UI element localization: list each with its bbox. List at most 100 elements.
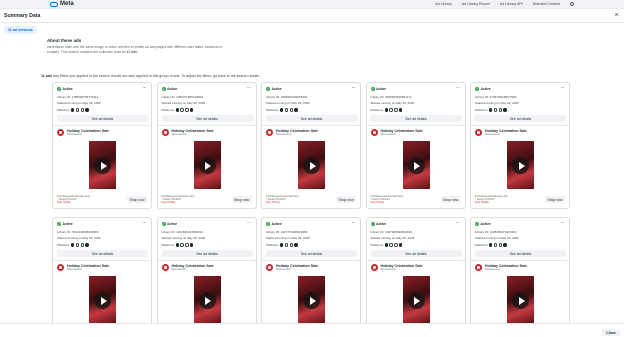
library-id: Library ID: 1407608624816196	[370, 230, 412, 234]
advertiser-header: Holiday Celebration Sale Sponsored	[57, 264, 109, 272]
see-ad-details-button[interactable]: See ad details	[57, 115, 148, 122]
see-ad-details-button[interactable]: See ad details	[266, 115, 357, 122]
started-running: Started running on May 29, 2025	[266, 236, 310, 240]
more-options-icon[interactable]: ···	[143, 220, 147, 226]
see-ad-details-button[interactable]: See ad details	[266, 250, 357, 257]
advertiser-avatar[interactable]	[266, 264, 273, 272]
more-options-icon[interactable]: ···	[561, 220, 565, 226]
platforms-row: Platforms	[266, 243, 298, 247]
see-ad-details-button[interactable]: See ad details	[475, 115, 566, 122]
link-subtitle: Dear Holiday	[370, 201, 385, 204]
close-button[interactable]: Close	[602, 329, 620, 336]
tab-ad-versions[interactable]: 11 ad versions	[4, 26, 37, 34]
play-icon[interactable]	[303, 292, 320, 309]
play-icon[interactable]	[94, 292, 111, 309]
nav-ad-library[interactable]: Ad Library	[435, 2, 451, 6]
more-options-icon[interactable]: ···	[561, 85, 565, 91]
ad-video-thumbnail[interactable]	[193, 276, 221, 324]
shop-now-button[interactable]: Shop now	[127, 196, 147, 203]
shop-now-button[interactable]: Shop now	[231, 196, 252, 203]
play-icon[interactable]	[303, 157, 320, 174]
nav-branded-content[interactable]: Branded Content	[533, 2, 560, 6]
more-options-icon[interactable]: ···	[456, 85, 460, 91]
advertiser-avatar[interactable]	[475, 264, 482, 272]
ad-card-2: ✓ Active ··· Library ID: 245637186941866…	[156, 82, 257, 209]
nav-ad-library-api[interactable]: Ad Library API	[500, 2, 523, 6]
play-icon[interactable]	[94, 157, 111, 174]
see-ad-details-button[interactable]: See ad details	[370, 115, 462, 122]
advertiser-avatar[interactable]	[57, 264, 64, 272]
instagram-icon	[180, 108, 184, 112]
advertiser-avatar[interactable]	[370, 129, 378, 137]
more-options-icon[interactable]: ···	[456, 220, 460, 226]
advertiser-avatar[interactable]	[475, 129, 482, 137]
advertiser-header: Holiday Celebration Sale Sponsored	[57, 129, 109, 137]
sponsored-label: Sponsored	[171, 132, 187, 136]
about-section: About these ads Advertisers often use th…	[47, 38, 227, 54]
advertiser-avatar[interactable]	[266, 129, 273, 137]
card-divider	[471, 260, 569, 261]
play-icon[interactable]	[407, 292, 425, 309]
close-icon[interactable]: ×	[613, 12, 620, 19]
play-icon[interactable]	[512, 157, 529, 174]
advertiser-avatar[interactable]	[161, 129, 169, 137]
messenger-icon	[398, 243, 403, 247]
status-label: Active	[271, 222, 282, 226]
advertiser-avatar[interactable]	[370, 264, 378, 272]
status-badge: ✓ Active	[161, 87, 177, 91]
more-options-icon[interactable]: ···	[352, 85, 356, 91]
card-divider	[157, 125, 256, 126]
card-divider	[366, 260, 465, 261]
messenger-icon	[503, 108, 507, 112]
card-divider	[366, 125, 465, 126]
meta-logo[interactable]: Meta	[50, 1, 74, 7]
platforms-row: Platforms	[371, 243, 403, 247]
shop-now-button[interactable]: Shop now	[336, 196, 356, 203]
see-ad-details-button[interactable]: See ad details	[161, 115, 253, 122]
more-options-icon[interactable]: ···	[143, 85, 147, 91]
shop-now-button[interactable]: Shop now	[440, 196, 461, 203]
ad-video-thumbnail[interactable]	[402, 141, 430, 189]
ad-link-caption: theholidaycelebrationsale.shop • Twelve …	[371, 195, 404, 204]
see-ad-details-button[interactable]: See ad details	[370, 250, 462, 257]
see-ad-details-button[interactable]: See ad details	[57, 250, 148, 257]
status-badge: ✓ Active	[370, 222, 386, 226]
platforms-row: Platforms	[266, 108, 298, 112]
library-id: Library ID: 2456371869418663	[161, 95, 203, 99]
messenger-icon	[398, 108, 403, 112]
ad-video-thumbnail[interactable]	[298, 276, 325, 324]
ad-video-thumbnail[interactable]	[402, 276, 430, 324]
instagram-icon	[75, 243, 80, 247]
ad-card-7: ✓ Active ··· Library ID: 123163631483619…	[156, 217, 257, 337]
more-options-icon[interactable]: ···	[247, 220, 251, 226]
instagram-icon	[389, 108, 393, 112]
started-running: Started running on May 29, 2025	[370, 236, 415, 240]
ad-cards-grid: ✓ Active ··· Library ID: 178669675677911…	[52, 82, 572, 337]
play-icon[interactable]	[407, 157, 425, 174]
more-options-icon[interactable]: ···	[247, 85, 251, 91]
ad-card-9: ✓ Active ··· Library ID: 140760862481619…	[365, 217, 466, 337]
see-ad-details-button[interactable]: See ad details	[475, 250, 566, 257]
advertiser-avatar[interactable]	[161, 264, 169, 272]
ad-video-thumbnail[interactable]	[507, 276, 534, 324]
more-options-icon[interactable]: ···	[352, 220, 356, 226]
instagram-icon	[284, 108, 289, 112]
nav-ad-library-report[interactable]: Ad Library Report	[462, 2, 490, 6]
ad-video-thumbnail[interactable]	[193, 141, 221, 189]
ad-video-thumbnail[interactable]	[507, 141, 534, 189]
play-icon[interactable]	[512, 292, 529, 309]
help-icon[interactable]	[570, 2, 574, 6]
ad-video-thumbnail[interactable]	[89, 276, 116, 324]
advertiser-avatar[interactable]	[57, 129, 64, 137]
platforms-row: Platforms	[57, 108, 89, 112]
shop-now-button[interactable]: Shop now	[545, 196, 565, 203]
platforms-label: Platforms	[475, 108, 488, 112]
play-icon[interactable]	[198, 157, 216, 174]
see-ad-details-button[interactable]: See ad details	[161, 250, 253, 257]
ad-video-thumbnail[interactable]	[89, 141, 116, 189]
status-badge: ✓ Active	[161, 222, 177, 226]
play-icon[interactable]	[198, 292, 216, 309]
ad-video-thumbnail[interactable]	[298, 141, 325, 189]
ad-card-6: ✓ Active ··· Library ID: 701044669663848…	[52, 217, 152, 337]
audience-network-icon	[289, 243, 294, 247]
